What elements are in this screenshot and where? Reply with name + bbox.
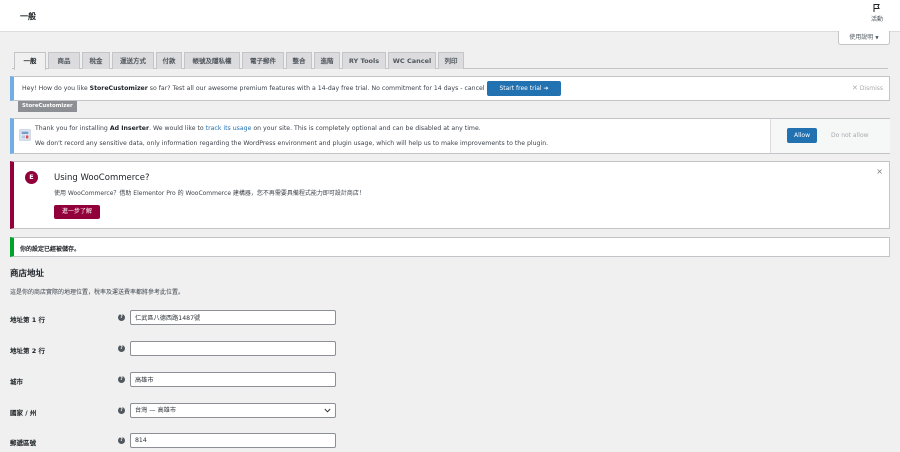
- tab-integration[interactable]: 整合: [286, 52, 312, 69]
- country-state-selected: 台灣 — 高雄市: [135, 407, 177, 414]
- notice-plugin-name: Ad Inserter: [109, 125, 150, 132]
- notice-text: Thank you for installing: [35, 125, 110, 132]
- city-label: 城市: [10, 378, 23, 386]
- storecustomizer-message: Hey! How do you like StoreCustomizer so …: [22, 85, 514, 92]
- help-tip-icon[interactable]: ?: [118, 437, 125, 444]
- elementor-logo-icon: E: [25, 171, 38, 184]
- elementor-text: 使用 WooCommerce？借助 Elementor Pro 的 WooCom…: [54, 190, 365, 197]
- close-icon[interactable]: ×: [876, 167, 883, 176]
- address-1-label: 地址第 1 行: [10, 316, 46, 324]
- ad-inserter-line-2: We don't record any sensitive data, only…: [35, 140, 549, 147]
- notice-plugin-name: StoreCustomizer: [89, 85, 148, 92]
- page-title: 一般: [20, 12, 36, 21]
- tab-ry-tools[interactable]: RY Tools: [342, 52, 386, 69]
- help-tip-icon[interactable]: ?: [118, 376, 125, 383]
- help-tip-icon[interactable]: ?: [118, 345, 125, 352]
- postcode-label: 郵遞區號: [10, 439, 36, 447]
- tab-shipping[interactable]: 運送方式: [112, 52, 154, 69]
- dismiss-button[interactable]: ✕ Dismiss: [852, 84, 883, 92]
- tab-accounts-privacy[interactable]: 帳號及隱私權: [184, 52, 240, 69]
- notice-text: Hey! How do you like: [22, 85, 90, 92]
- settings-saved-message: 你的設定已經被儲存。: [20, 246, 81, 253]
- close-icon: ✕: [851, 84, 858, 92]
- country-state-label: 國家 / 州: [10, 409, 37, 417]
- help-button-label: 使用說明: [849, 34, 874, 41]
- postcode-input[interactable]: [130, 433, 336, 448]
- tab-print[interactable]: 列印: [438, 52, 464, 69]
- chevron-down-icon: [324, 408, 331, 413]
- notice-text: on your site. This is completely optiona…: [251, 125, 481, 132]
- settings-saved-notice: 你的設定已經被儲存。: [10, 237, 890, 257]
- activity-label: 活動: [870, 16, 883, 23]
- learn-more-button[interactable]: 進一步了解: [54, 205, 100, 219]
- elementor-notice: E Using WooCommerce? 使用 WooCommerce？借助 E…: [10, 161, 890, 229]
- ad-inserter-logo-icon: [19, 129, 31, 141]
- storecustomizer-tag: StoreCustomizer: [18, 101, 77, 112]
- tab-tax[interactable]: 稅金: [82, 52, 110, 69]
- flag-icon: [873, 4, 880, 12]
- help-tip-icon[interactable]: ?: [118, 407, 125, 414]
- notice-text: . We would like to: [149, 125, 206, 132]
- section-description: 這是你的商店實際的地理位置，稅率及運送費率都將參考此位置。: [10, 289, 185, 296]
- tab-general[interactable]: 一般: [14, 52, 46, 70]
- chevron-down-icon: ▼: [875, 36, 879, 41]
- tab-products[interactable]: 商品: [48, 52, 80, 69]
- settings-tabs: 一般 商品 稅金 運送方式 付款 帳號及隱私權 電子郵件 整合 進階 RY To…: [12, 51, 888, 70]
- activity-button[interactable]: 活動: [866, 3, 888, 23]
- address-2-input[interactable]: [130, 341, 336, 356]
- tab-emails[interactable]: 電子郵件: [242, 52, 284, 69]
- country-state-select[interactable]: 台灣 — 高雄市: [130, 403, 336, 418]
- help-tip-icon[interactable]: ?: [118, 314, 125, 321]
- dismiss-label: Dismiss: [859, 85, 883, 92]
- ad-inserter-line-1: Thank you for installing Ad Inserter. We…: [35, 125, 481, 132]
- page-header: 一般 活動: [0, 0, 900, 32]
- track-usage-link[interactable]: track its usage: [206, 125, 252, 132]
- elementor-heading: Using WooCommerce?: [54, 173, 150, 183]
- ad-inserter-actions: Allow Do not allow: [770, 119, 890, 153]
- do-not-allow-button[interactable]: Do not allow: [831, 132, 869, 139]
- address-2-label: 地址第 2 行: [10, 347, 46, 355]
- start-free-trial-button[interactable]: Start free trial ➔: [487, 81, 561, 96]
- tab-wc-cancel[interactable]: WC Cancel: [388, 52, 436, 69]
- storecustomizer-notice: Hey! How do you like StoreCustomizer so …: [10, 76, 890, 101]
- tab-advanced[interactable]: 進階: [314, 52, 340, 69]
- city-input[interactable]: [130, 372, 336, 387]
- notice-text: so far? Test all our awesome premium fea…: [147, 85, 515, 92]
- tab-payments[interactable]: 付款: [156, 52, 182, 69]
- address-1-input[interactable]: [130, 310, 336, 325]
- section-title: 商店地址: [10, 269, 45, 279]
- ad-inserter-notice: Thank you for installing Ad Inserter. We…: [10, 118, 890, 154]
- help-button[interactable]: 使用說明 ▼: [838, 31, 890, 45]
- allow-button[interactable]: Allow: [787, 128, 817, 143]
